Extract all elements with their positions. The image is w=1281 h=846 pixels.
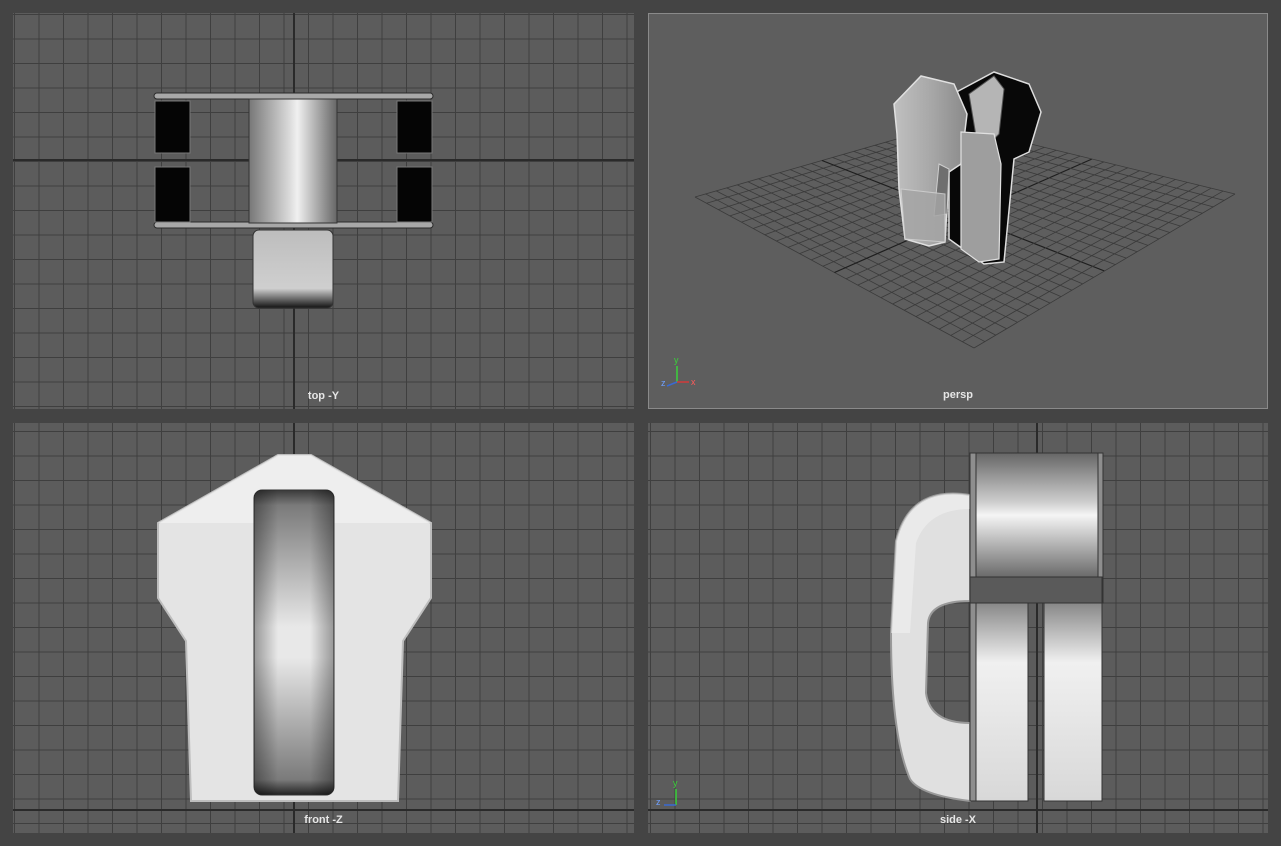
front-view-model <box>157 454 432 802</box>
axis-x-label: x <box>691 377 696 387</box>
axis-y-label: y <box>674 355 679 365</box>
axis-z-label: z <box>656 797 661 807</box>
top-view-model <box>153 92 434 309</box>
viewport-label: top -Y <box>307 390 340 402</box>
slot <box>396 100 433 154</box>
slot <box>154 166 191 223</box>
viewport-top[interactable]: top -Y <box>13 13 634 409</box>
slot <box>396 166 433 223</box>
viewport-label: persp <box>943 389 973 401</box>
axis-y-label: y <box>673 778 678 788</box>
viewport-label: front -Z <box>304 814 343 826</box>
viewport-label: side -X <box>939 814 977 826</box>
leg-right <box>1043 602 1103 802</box>
persp-view-model <box>694 71 1236 349</box>
handle <box>252 229 334 309</box>
viewport-side[interactable]: y z side -X <box>648 423 1268 833</box>
viewport-front[interactable]: front -Z <box>13 423 634 833</box>
side-view-model <box>889 452 1104 803</box>
plate-left <box>969 452 977 802</box>
viewport-persp[interactable]: y z x persp <box>648 13 1268 409</box>
cylinder <box>248 98 338 224</box>
slot <box>154 100 191 154</box>
cylinder-block <box>969 452 1103 578</box>
persp-model <box>893 71 1042 265</box>
rail-top <box>153 92 434 100</box>
axis-gizmo: y z <box>654 778 694 815</box>
axis-z-label: z <box>661 378 666 388</box>
leg-left <box>975 602 1029 802</box>
